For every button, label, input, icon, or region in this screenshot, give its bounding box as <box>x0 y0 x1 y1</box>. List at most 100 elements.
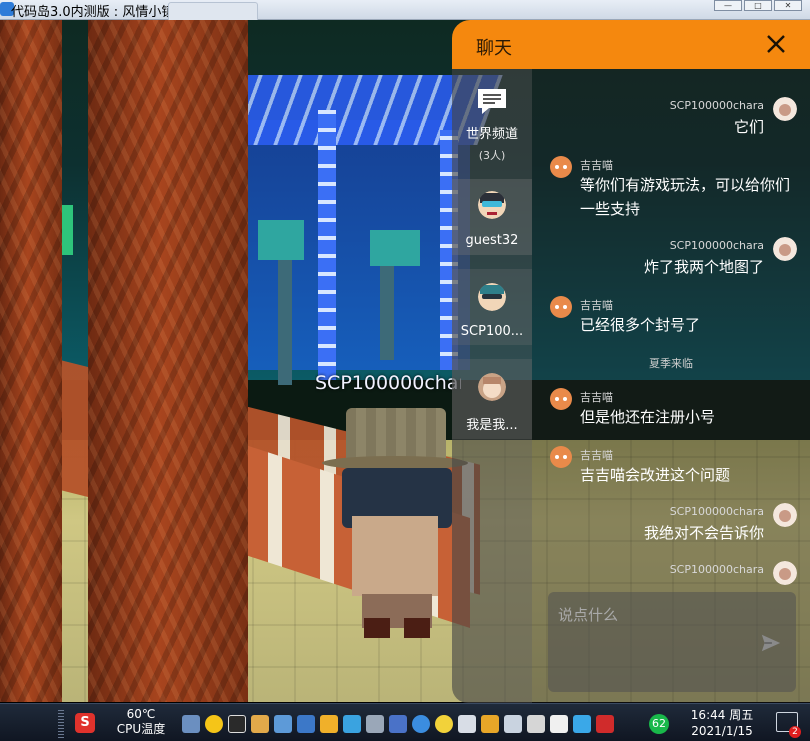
display-icon[interactable] <box>228 715 246 733</box>
chat-message-input[interactable] <box>558 600 758 630</box>
tray-icons <box>182 715 619 733</box>
minimize-button[interactable]: — <box>714 0 742 11</box>
cpu-temp-label: CPU温度 <box>116 722 166 736</box>
taskbar-grip[interactable] <box>58 708 64 738</box>
cpu-temp-widget[interactable]: 60℃ CPU温度 <box>110 707 172 737</box>
thermometer-icon[interactable] <box>366 715 384 733</box>
network-icon[interactable] <box>274 715 292 733</box>
message-text: 等你们有游戏玩法，可以给你们一些支持 <box>580 176 791 218</box>
message-author: 吉吉喵 <box>580 159 613 172</box>
signal-icon[interactable] <box>504 715 522 733</box>
tray-blue-icon[interactable] <box>573 715 591 733</box>
message-text: 但是他还在注册小号 <box>580 408 716 426</box>
shield-icon[interactable] <box>412 715 430 733</box>
chat-message: 吉吉喵 已经很多个封号了 <box>532 295 810 343</box>
message-author: SCP100000chara <box>669 99 764 112</box>
window-close-button[interactable]: ✕ <box>774 0 802 11</box>
character-shoe <box>364 618 390 638</box>
street-lamp <box>258 220 304 260</box>
search-app-icon[interactable] <box>297 715 315 733</box>
chat-message: 吉吉喵 但是他还在注册小号 <box>532 387 810 435</box>
folder-icon[interactable] <box>251 715 269 733</box>
window-title: 代码岛3.0内测版 : 风情小镇 <box>11 5 175 20</box>
service-icon[interactable] <box>389 715 407 733</box>
wechat-icon[interactable] <box>205 715 223 733</box>
chat-message: SCP100000chara 它们 <box>532 97 810 145</box>
chat-message: 吉吉喵 等你们有游戏玩法，可以给你们一些支持 <box>532 155 810 225</box>
message-text: 我绝对不会告诉你 <box>643 524 764 542</box>
game-app-icon[interactable] <box>320 715 338 733</box>
picture-icon[interactable] <box>343 715 361 733</box>
user-avatar-icon <box>773 503 797 527</box>
channel-girl[interactable]: 我是我... <box>452 359 532 439</box>
tree-trunk <box>88 20 248 702</box>
channel-world[interactable]: 世界频道 (3人) <box>452 81 532 165</box>
window-title-bar: 代码岛3.0内测版 : 风情小镇 — □ ✕ <box>0 0 810 20</box>
message-author: 吉吉喵 <box>580 299 613 312</box>
channel-label: guest32 <box>465 233 519 248</box>
user-avatar-icon <box>773 237 797 261</box>
send-icon[interactable] <box>760 632 782 654</box>
message-author: 吉吉喵 <box>580 391 613 404</box>
clipboard-icon[interactable] <box>527 715 545 733</box>
cat-avatar-icon <box>550 446 572 468</box>
sogou-ime-icon[interactable]: S <box>75 713 95 733</box>
channel-label: 我是我... <box>466 418 518 433</box>
avatar-teal-hair <box>478 283 506 311</box>
cat-avatar-icon <box>550 156 572 178</box>
player-character <box>322 408 472 648</box>
cat-avatar-icon <box>550 296 572 318</box>
character-hat <box>346 408 446 462</box>
tray-badge-icon[interactable]: 62 <box>649 714 669 734</box>
message-author: SCP100000chara <box>669 239 764 252</box>
message-text: 吉吉喵会改进这个问题 <box>580 466 731 484</box>
avatar-girl <box>478 373 506 401</box>
chat-input-box <box>548 592 796 692</box>
character-shoe <box>404 618 430 638</box>
chat-header: 聊天 <box>452 20 810 69</box>
channel-member-count: (3人) <box>478 149 506 162</box>
message-text: 已经很多个封号了 <box>580 316 701 334</box>
chat-message: SCP100000chara 我绝对不会告诉你 <box>532 503 810 551</box>
tray-app-icon[interactable] <box>182 715 200 733</box>
street-lamp <box>370 230 420 266</box>
user-avatar-icon <box>773 97 797 121</box>
chat-message: SCP100000chara 炸了我两个地图了 <box>532 237 810 285</box>
add-icon[interactable] <box>435 715 453 733</box>
red-app-icon[interactable] <box>596 715 614 733</box>
message-text: 炸了我两个地图了 <box>643 258 764 276</box>
character-body <box>352 516 438 596</box>
close-icon[interactable] <box>764 32 788 56</box>
message-author: SCP100000chara <box>669 563 764 576</box>
tree-trunk <box>0 20 62 702</box>
channel-scp[interactable]: SCP100... <box>452 269 532 345</box>
chat-panel: 聊天 世界频道 (3人) guest32 SCP100... 我是我... SC… <box>452 20 810 703</box>
lamp-post <box>278 255 292 385</box>
system-message: 夏季来临 <box>649 357 693 370</box>
message-author: SCP100000chara <box>669 505 764 518</box>
avatar-goggles <box>478 191 506 219</box>
taskbar: S 60℃ CPU温度 62 16:44 周五 2021/1/15 2 <box>0 703 810 741</box>
channel-label: 世界频道 <box>465 127 518 142</box>
channel-label: SCP100... <box>460 324 524 339</box>
chat-bubble-icon <box>478 89 506 114</box>
cpu-temp-value: 60℃ <box>126 707 156 721</box>
player-nametag: SCP100000chara <box>315 372 461 394</box>
channel-guest32[interactable]: guest32 <box>452 179 532 255</box>
window-controls: — □ ✕ <box>712 0 802 11</box>
message-text: 它们 <box>733 118 764 136</box>
maximize-button[interactable]: □ <box>744 0 772 11</box>
cat-avatar-icon <box>550 388 572 410</box>
chat-message: SCP100000chara <box>532 561 810 585</box>
message-author: 吉吉喵 <box>580 449 613 462</box>
channel-list: 世界频道 (3人) guest32 SCP100... 我是我... <box>452 69 532 703</box>
clock-date: 2021/1/15 <box>691 724 753 738</box>
chat-title: 聊天 <box>476 38 512 59</box>
usb-icon[interactable] <box>550 715 568 733</box>
volume-icon[interactable] <box>458 715 476 733</box>
clock-time: 16:44 周五 <box>690 708 754 722</box>
system-clock[interactable]: 16:44 周五 2021/1/15 <box>682 707 762 739</box>
user-avatar-icon <box>773 561 797 585</box>
browser-tab[interactable] <box>168 2 258 20</box>
browser-icon[interactable] <box>481 715 499 733</box>
